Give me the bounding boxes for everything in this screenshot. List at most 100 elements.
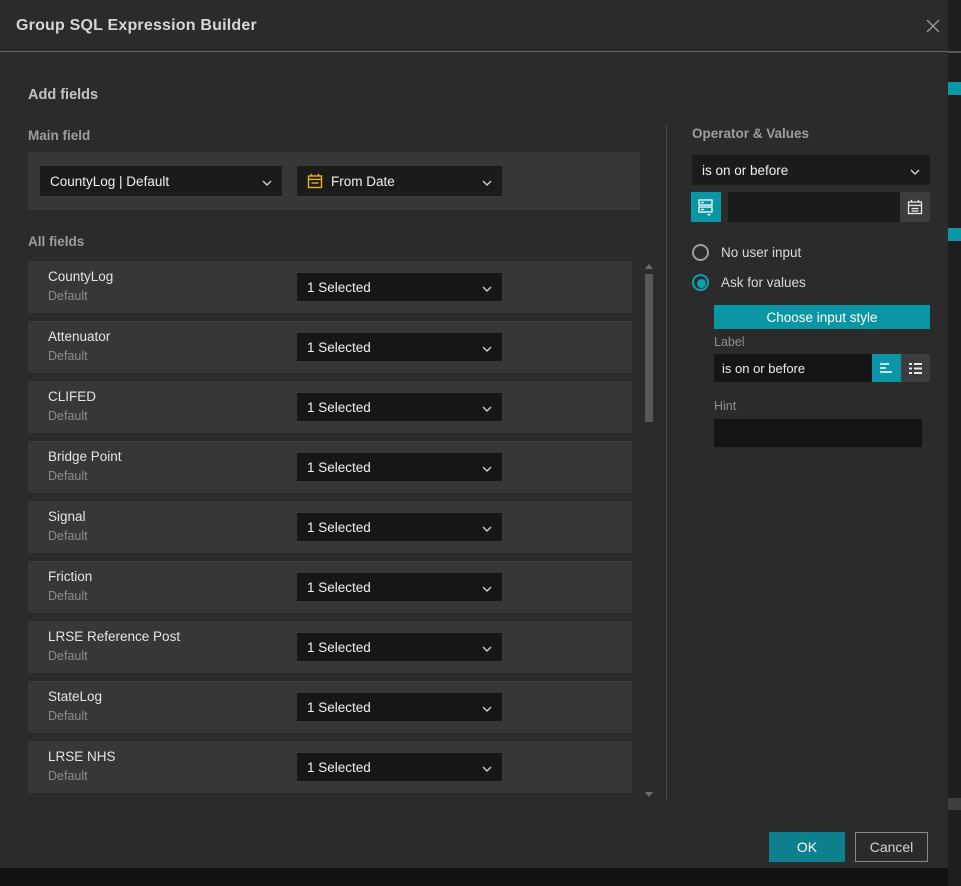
field-select[interactable]: From Date (297, 166, 502, 196)
scrollbar-thumb[interactable] (645, 274, 653, 422)
scrollbar[interactable] (644, 262, 654, 798)
ok-button[interactable]: OK (769, 832, 845, 862)
field-subtitle: Default (48, 349, 88, 363)
field-name: CLIFED (48, 389, 96, 404)
field-selected-value: 1 Selected (307, 760, 476, 775)
chevron-down-icon (482, 460, 492, 475)
operator-select-value: is on or before (702, 163, 904, 178)
panel-divider (666, 125, 667, 800)
background-fragment (948, 51, 961, 53)
date-value-input[interactable] (728, 192, 900, 222)
radio-no-user-input-label: No user input (721, 245, 801, 260)
dialog-title: Group SQL Expression Builder (16, 17, 257, 35)
label-field-label: Label (714, 335, 745, 349)
radio-circle-checked[interactable] (692, 274, 709, 291)
field-select-value: From Date (331, 174, 476, 189)
scroll-up-icon[interactable] (645, 262, 653, 270)
field-values-select[interactable]: 1 Selected (297, 693, 502, 721)
radio-ask-for-values-label: Ask for values (721, 275, 806, 290)
field-selected-value: 1 Selected (307, 640, 476, 655)
field-name: LRSE Reference Post (48, 629, 180, 644)
field-subtitle: Default (48, 769, 88, 783)
field-values-select[interactable]: 1 Selected (297, 393, 502, 421)
chevron-down-icon (482, 280, 492, 295)
chevron-down-icon (482, 580, 492, 595)
radio-no-user-input[interactable]: No user input (692, 244, 801, 261)
field-row: Signal Default 1 Selected (28, 501, 632, 553)
field-values-select[interactable]: 1 Selected (297, 633, 502, 661)
chevron-down-icon (482, 520, 492, 535)
field-name: StateLog (48, 689, 102, 704)
field-row: StateLog Default 1 Selected (28, 681, 632, 733)
field-name: Friction (48, 569, 92, 584)
main-field-label: Main field (28, 128, 90, 143)
chevron-down-icon (482, 340, 492, 355)
field-values-select[interactable]: 1 Selected (297, 333, 502, 361)
field-subtitle: Default (48, 409, 88, 423)
label-row (714, 354, 930, 382)
operator-select[interactable]: is on or before (692, 155, 930, 185)
field-row: CountyLog Default 1 Selected (28, 261, 632, 313)
add-fields-heading: Add fields (28, 87, 98, 103)
field-subtitle: Default (48, 289, 88, 303)
layer-select[interactable]: CountyLog | Default (40, 166, 282, 196)
field-name: LRSE NHS (48, 749, 116, 764)
close-icon[interactable] (924, 17, 942, 35)
field-row: Bridge Point Default 1 Selected (28, 441, 632, 493)
hint-field-label: Hint (714, 399, 736, 413)
field-name: CountyLog (48, 269, 113, 284)
field-selected-value: 1 Selected (307, 280, 476, 295)
chevron-down-icon (482, 760, 492, 775)
calendar-icon[interactable] (900, 192, 930, 222)
field-selected-value: 1 Selected (307, 580, 476, 595)
field-subtitle: Default (48, 469, 88, 483)
layer-select-value: CountyLog | Default (50, 174, 256, 189)
field-name: Bridge Point (48, 449, 122, 464)
field-row: CLIFED Default 1 Selected (28, 381, 632, 433)
radio-ask-for-values[interactable]: Ask for values (692, 274, 806, 291)
chevron-down-icon (262, 174, 272, 189)
hint-input[interactable] (714, 419, 922, 447)
list-input-icon[interactable] (901, 354, 930, 382)
chevron-down-icon (482, 174, 492, 189)
field-row: Attenuator Default 1 Selected (28, 321, 632, 373)
calendar-icon (307, 173, 323, 189)
field-selected-value: 1 Selected (307, 340, 476, 355)
field-values-select[interactable]: 1 Selected (297, 513, 502, 541)
radio-circle[interactable] (692, 244, 709, 261)
cancel-button[interactable]: Cancel (855, 832, 928, 862)
chevron-down-icon (482, 700, 492, 715)
field-name: Attenuator (48, 329, 110, 344)
field-row: Friction Default 1 Selected (28, 561, 632, 613)
background-fragment (948, 228, 961, 241)
field-selected-value: 1 Selected (307, 700, 476, 715)
unique-values-icon[interactable] (691, 192, 721, 222)
chevron-down-icon (482, 400, 492, 415)
field-values-select[interactable]: 1 Selected (297, 273, 502, 301)
background-fragment (948, 798, 961, 810)
chevron-down-icon (910, 163, 920, 178)
field-values-select[interactable]: 1 Selected (297, 453, 502, 481)
dialog-header: Group SQL Expression Builder (0, 0, 948, 52)
scroll-down-icon[interactable] (645, 790, 653, 798)
field-row: LRSE Reference Post Default 1 Selected (28, 621, 632, 673)
field-subtitle: Default (48, 529, 88, 543)
field-name: Signal (48, 509, 86, 524)
background-page-strip (948, 0, 961, 886)
field-subtitle: Default (48, 589, 88, 603)
field-selected-value: 1 Selected (307, 460, 476, 475)
field-row: LRSE NHS Default 1 Selected (28, 741, 632, 793)
background-bottom-strip (0, 868, 948, 886)
field-subtitle: Default (48, 649, 88, 663)
field-values-select[interactable]: 1 Selected (297, 753, 502, 781)
main-field-panel: CountyLog | Default From Date (28, 152, 640, 210)
label-input[interactable] (714, 354, 872, 382)
chevron-down-icon (482, 640, 492, 655)
choose-input-style-button[interactable]: Choose input style (714, 305, 930, 329)
background-fragment (948, 82, 961, 95)
single-line-input-icon[interactable] (872, 354, 901, 382)
field-selected-value: 1 Selected (307, 400, 476, 415)
all-fields-list: CountyLog Default 1 Selected Attenuator … (28, 261, 632, 801)
field-values-select[interactable]: 1 Selected (297, 573, 502, 601)
group-sql-expression-builder-dialog: Group SQL Expression Builder Add fields … (0, 0, 948, 868)
